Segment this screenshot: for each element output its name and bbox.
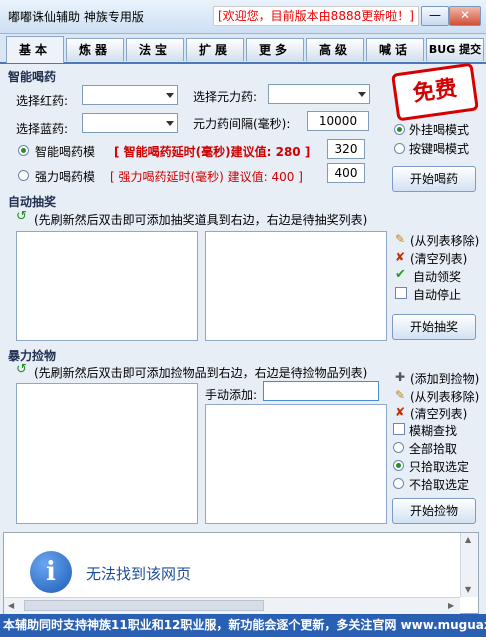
pickup-source-list[interactable] bbox=[16, 383, 198, 524]
yuanli-potion-label: 选择元力药: bbox=[193, 90, 258, 104]
start-pickup-button[interactable]: 开始捡物 bbox=[392, 498, 476, 524]
pickup-remove-link[interactable]: (从列表移除) bbox=[410, 388, 479, 405]
tab-treasure[interactable]: 法宝 bbox=[126, 38, 184, 61]
force-delay-input[interactable]: 400 bbox=[327, 163, 365, 183]
tab-bug-report[interactable]: BUG 提交 bbox=[426, 38, 484, 61]
force-mode-label: 强力喝药模 bbox=[35, 170, 96, 184]
potion-section-title: 智能喝药 bbox=[8, 70, 57, 84]
red-potion-label: 选择红药: bbox=[16, 94, 69, 108]
pickup-all-label: 全部拾取 bbox=[409, 442, 458, 456]
horizontal-scrollbar[interactable]: ◀ ▶ bbox=[4, 597, 460, 614]
lottery-remove-link[interactable]: (从列表移除) bbox=[410, 232, 479, 249]
mode-external-label: 外挂喝模式 bbox=[409, 123, 470, 137]
checkmark-icon[interactable]: ✔ bbox=[395, 268, 408, 281]
lottery-source-list[interactable] bbox=[16, 231, 198, 341]
tab-advanced[interactable]: 高级 bbox=[306, 38, 364, 61]
status-text: 本辅助同时支持神族11职业和12职业服，新功能会逐个更新，多关注官网 www.m… bbox=[3, 618, 486, 632]
status-bar: 本辅助同时支持神族11职业和12职业服，新功能会逐个更新，多关注官网 www.m… bbox=[0, 614, 486, 637]
pickup-target-list[interactable] bbox=[205, 404, 387, 524]
auto-stop-checkbox[interactable] bbox=[395, 287, 407, 299]
chevron-down-icon bbox=[166, 93, 174, 98]
smart-delay-hint: [ 智能喝药延时(毫秒)建议值: 280 ] bbox=[114, 145, 311, 159]
force-delay-hint: [ 强力喝药延时(毫秒) 建议值: 400 ] bbox=[110, 170, 303, 184]
add-item-icon: ✚ bbox=[395, 370, 406, 384]
pencil-icon: ✎ bbox=[395, 232, 406, 246]
close-button[interactable]: ✕ bbox=[449, 6, 481, 26]
refresh-icon[interactable]: ↺ bbox=[16, 210, 30, 224]
clear-icon: ✘ bbox=[395, 405, 406, 419]
info-icon: i bbox=[30, 551, 72, 593]
force-mode-radio[interactable] bbox=[18, 170, 29, 181]
pickup-not-selected-radio[interactable] bbox=[393, 478, 404, 489]
scroll-left-icon[interactable]: ◀ bbox=[8, 601, 14, 610]
mode-external-radio[interactable] bbox=[394, 124, 405, 135]
pencil-icon: ✎ bbox=[395, 388, 406, 402]
auto-collect-label: 自动领奖 bbox=[413, 270, 462, 284]
notice-banner: [欢迎您，目前版本由8888更新啦！] bbox=[213, 6, 419, 26]
auto-stop-label: 自动停止 bbox=[413, 288, 462, 302]
blue-potion-select[interactable] bbox=[82, 113, 178, 133]
scroll-right-icon[interactable]: ▶ bbox=[448, 601, 454, 610]
red-potion-select[interactable] bbox=[82, 85, 178, 105]
mode-key-label: 按键喝模式 bbox=[409, 142, 470, 156]
start-potion-button[interactable]: 开始喝药 bbox=[392, 166, 476, 192]
refresh-icon[interactable]: ↺ bbox=[16, 363, 30, 377]
pickup-selected-label: 只拾取选定 bbox=[409, 460, 470, 474]
lottery-hint: (先刷新然后双击即可添加抽奖道具到右边，右边是待抽奖列表) bbox=[34, 213, 368, 227]
manual-add-label: 手动添加: bbox=[205, 388, 258, 402]
mode-key-radio[interactable] bbox=[394, 143, 405, 154]
minimize-button[interactable]: — bbox=[421, 6, 449, 26]
fuzzy-search-label: 模糊查找 bbox=[409, 424, 458, 438]
manual-add-input[interactable] bbox=[263, 381, 379, 401]
interval-label: 元力药间隔(毫秒): bbox=[193, 117, 291, 131]
yuanli-potion-select[interactable] bbox=[268, 84, 370, 104]
chevron-down-icon bbox=[358, 92, 366, 97]
window-title: 嘟嘟诛仙辅助 神族专用版 bbox=[8, 10, 144, 24]
tab-more[interactable]: 更多 bbox=[246, 38, 304, 61]
embedded-browser[interactable]: i 无法找到该网页 ▲ ▼ ◀ ▶ bbox=[3, 532, 479, 614]
browser-error-message: 无法找到该网页 bbox=[86, 565, 192, 583]
pickup-selected-radio[interactable] bbox=[393, 460, 404, 471]
smart-mode-label: 智能喝药模 bbox=[35, 145, 96, 159]
start-lottery-button[interactable]: 开始抽奖 bbox=[392, 314, 476, 340]
lottery-clear-link[interactable]: (清空列表) bbox=[410, 250, 467, 267]
fuzzy-search-checkbox[interactable] bbox=[393, 423, 405, 435]
horizontal-scroll-thumb[interactable] bbox=[24, 600, 264, 611]
tab-extend[interactable]: 扩展 bbox=[186, 38, 244, 61]
scroll-up-icon[interactable]: ▲ bbox=[465, 535, 471, 544]
lottery-section-title: 自动抽奖 bbox=[8, 195, 57, 209]
vertical-scrollbar[interactable]: ▲ ▼ bbox=[460, 533, 478, 597]
interval-input[interactable]: 10000 bbox=[307, 111, 369, 131]
scroll-down-icon[interactable]: ▼ bbox=[465, 585, 471, 594]
free-stamp: 免费 bbox=[391, 62, 479, 122]
smart-delay-input[interactable]: 320 bbox=[327, 139, 365, 159]
pickup-add-link[interactable]: (添加到捡物) bbox=[410, 370, 479, 387]
smart-mode-radio[interactable] bbox=[18, 145, 29, 156]
tab-basic[interactable]: 基本 bbox=[6, 36, 64, 63]
tab-refine[interactable]: 炼器 bbox=[66, 38, 124, 61]
pickup-hint: (先刷新然后双击即可添加捡物品到右边，右边是待捡物品列表) bbox=[34, 366, 368, 380]
pickup-clear-link[interactable]: (清空列表) bbox=[410, 405, 467, 422]
pickup-all-radio[interactable] bbox=[393, 442, 404, 453]
clear-icon: ✘ bbox=[395, 250, 406, 264]
chevron-down-icon bbox=[166, 121, 174, 126]
pickup-not-selected-label: 不拾取选定 bbox=[409, 478, 470, 492]
blue-potion-label: 选择蓝药: bbox=[16, 122, 69, 136]
lottery-target-list[interactable] bbox=[205, 231, 387, 341]
tab-shout[interactable]: 喊话 bbox=[366, 38, 424, 61]
